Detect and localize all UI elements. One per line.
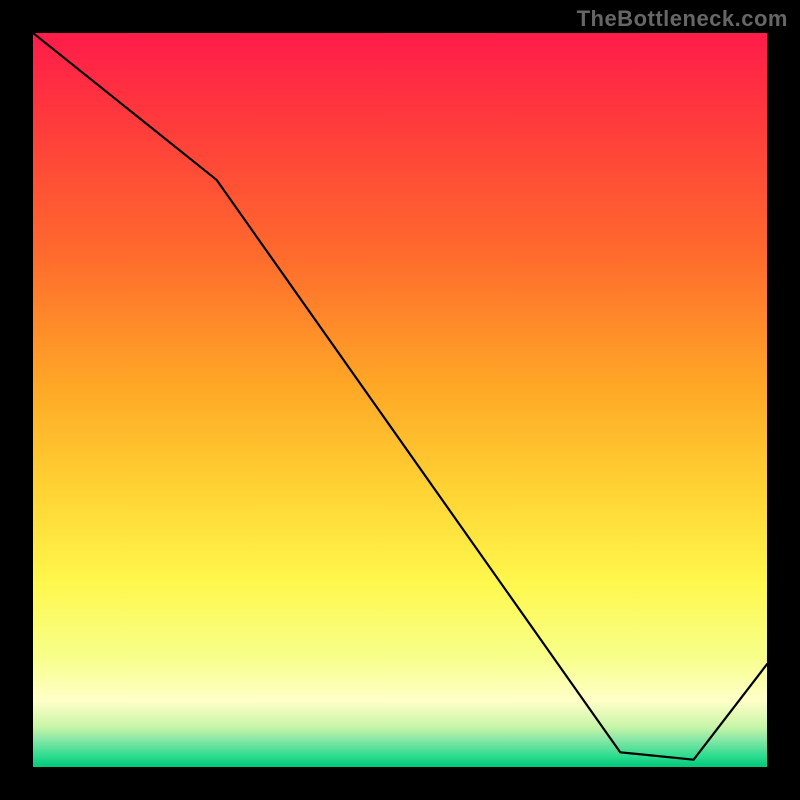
watermark-text: TheBottleneck.com (577, 6, 788, 32)
plot-area (33, 33, 767, 767)
line-layer (33, 33, 767, 767)
plot-frame (32, 32, 768, 768)
bottleneck-curve (33, 33, 767, 760)
chart-canvas: TheBottleneck.com (0, 0, 800, 800)
